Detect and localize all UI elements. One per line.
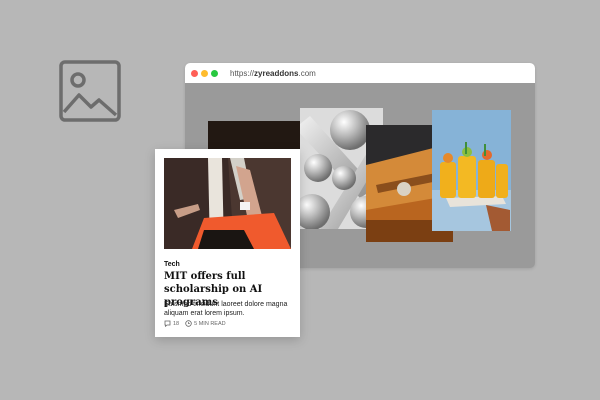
comment-count[interactable]: 18 — [164, 320, 179, 327]
url-domain: zyreaddons — [254, 68, 299, 78]
maximize-dot[interactable] — [211, 69, 218, 77]
read-time-value: 5 MIN READ — [194, 320, 226, 327]
read-time: 5 MIN READ — [185, 320, 226, 327]
url-suffix: .com — [298, 68, 316, 78]
minimize-dot[interactable] — [201, 69, 208, 77]
close-dot[interactable] — [191, 69, 198, 77]
article-meta: 18 5 MIN READ — [164, 320, 226, 327]
article-excerpt: Euismod tincidunt laoreet dolore magna a… — [164, 301, 288, 317]
article-category[interactable]: Tech — [164, 261, 180, 268]
card-photo-skateboard — [164, 158, 291, 249]
address-bar[interactable]: https://zyreaddons.com — [230, 69, 316, 78]
cocktail-drinks-photo — [432, 110, 511, 231]
clock-icon — [185, 320, 192, 327]
image-placeholder-icon — [59, 60, 121, 122]
url-prefix: https:// — [230, 68, 255, 78]
comment-icon — [164, 320, 171, 327]
article-card[interactable]: Tech MIT offers full scholarship on AI p… — [155, 149, 300, 337]
browser-titlebar: https://zyreaddons.com — [185, 63, 535, 83]
comment-count-value: 18 — [173, 320, 180, 327]
